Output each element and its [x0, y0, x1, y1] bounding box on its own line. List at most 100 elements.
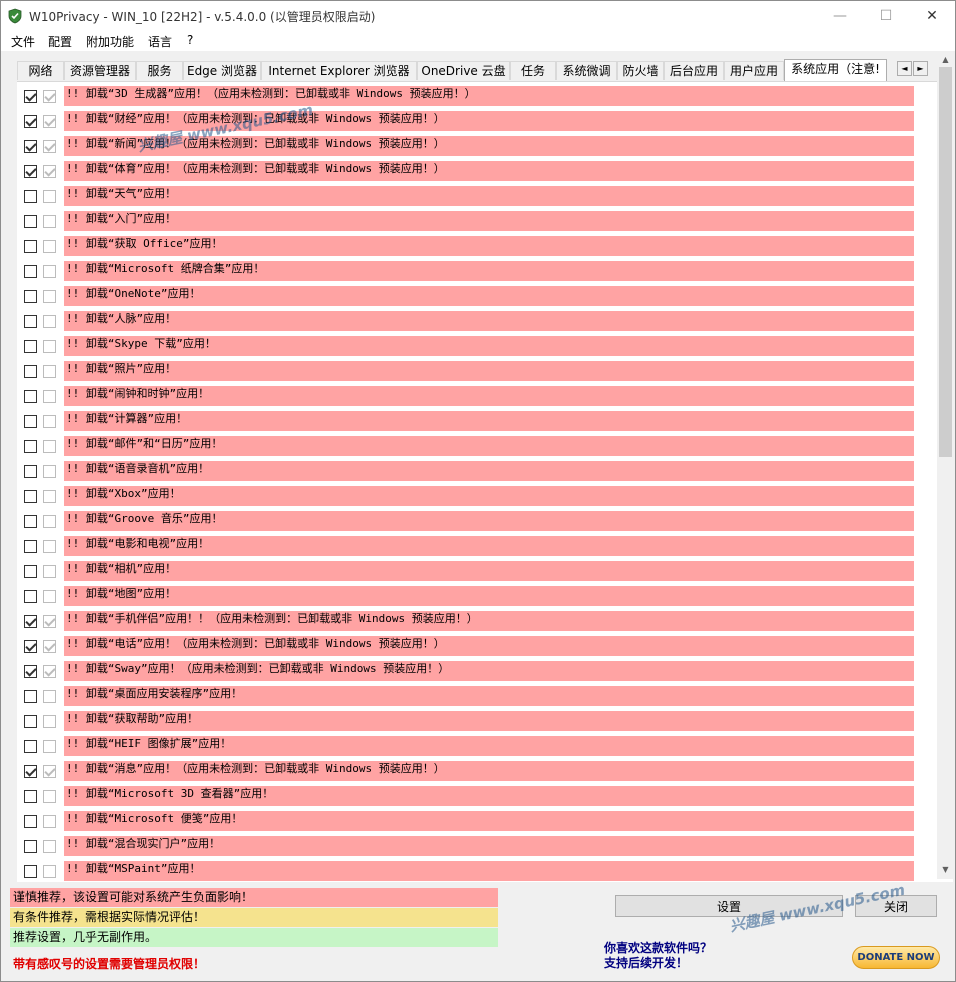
tab-system-apps[interactable]: 系统应用（注意! [784, 59, 887, 81]
setting-recommended-checkbox [43, 240, 56, 253]
setting-checkbox[interactable] [24, 215, 37, 228]
setting-row: !! 卸载“手机伴侣”应用！！（应用未检测到：已卸载或非 Windows 预装应… [17, 609, 937, 633]
setting-checkbox[interactable] [24, 815, 37, 828]
settings-list: !! 卸载“3D 生成器”应用！（应用未检测到：已卸载或非 Windows 预装… [17, 81, 953, 882]
setting-checkbox[interactable] [24, 790, 37, 803]
menu-config[interactable]: 配置 [48, 33, 72, 50]
setting-checkbox[interactable] [24, 415, 37, 428]
setting-recommended-checkbox [43, 415, 56, 428]
tab-background-apps[interactable]: 后台应用 [664, 61, 724, 80]
close-window-button[interactable]: ✕ [909, 1, 955, 31]
setting-checkbox[interactable] [24, 865, 37, 878]
tab-edge[interactable]: Edge 浏览器 [183, 61, 261, 80]
setting-label: !! 卸载“语音录音机”应用！ [64, 461, 914, 481]
scroll-down-icon[interactable]: ▼ [937, 863, 954, 877]
setting-label: !! 卸载“3D 生成器”应用！（应用未检测到：已卸载或非 Windows 预装… [64, 86, 914, 106]
setting-recommended-checkbox [43, 790, 56, 803]
menu-language[interactable]: 语言 [148, 33, 172, 50]
setting-row: !! 卸载“语音录音机”应用！ [17, 459, 937, 483]
setting-checkbox[interactable] [24, 165, 37, 178]
setting-recommended-checkbox [43, 590, 56, 603]
tab-internet-explorer[interactable]: Internet Explorer 浏览器 [261, 61, 417, 80]
setting-checkbox[interactable] [24, 190, 37, 203]
setting-label: !! 卸载“闹钟和时钟”应用！ [64, 386, 914, 406]
setting-checkbox[interactable] [24, 240, 37, 253]
setting-label: !! 卸载“Sway”应用！（应用未检测到：已卸载或非 Windows 预装应用… [64, 661, 914, 681]
minimize-button[interactable]: — [817, 1, 863, 31]
scrollbar-thumb[interactable] [939, 67, 952, 457]
setting-label: !! 卸载“计算器”应用！ [64, 411, 914, 431]
tab-user-apps[interactable]: 用户应用 [724, 61, 784, 80]
setting-recommended-checkbox [43, 340, 56, 353]
setting-recommended-checkbox [43, 615, 56, 628]
setting-checkbox[interactable] [24, 340, 37, 353]
setting-checkbox[interactable] [24, 140, 37, 153]
setting-checkbox[interactable] [24, 665, 37, 678]
setting-checkbox[interactable] [24, 465, 37, 478]
setting-label: !! 卸载“入门”应用！ [64, 211, 914, 231]
setting-recommended-checkbox [43, 565, 56, 578]
setting-row: !! 卸载“Groove 音乐”应用！ [17, 509, 937, 533]
setting-row: !! 卸载“电话”应用！（应用未检测到：已卸载或非 Windows 预装应用！） [17, 634, 937, 658]
setting-checkbox[interactable] [24, 765, 37, 778]
setting-recommended-checkbox [43, 440, 56, 453]
donate-button[interactable]: DONATE NOW [852, 946, 940, 969]
setting-label: !! 卸载“照片”应用！ [64, 361, 914, 381]
tab-firewall[interactable]: 防火墙 [617, 61, 664, 80]
setting-checkbox[interactable] [24, 365, 37, 378]
setting-row: !! 卸载“获取帮助”应用！ [17, 709, 937, 733]
setting-recommended-checkbox [43, 740, 56, 753]
tab-services[interactable]: 服务 [136, 61, 183, 80]
setting-row: !! 卸载“闹钟和时钟”应用！ [17, 384, 937, 408]
setting-label: !! 卸载“混合现实门户”应用！ [64, 836, 914, 856]
tab-network[interactable]: 网络 [17, 61, 64, 80]
tab-tweaks[interactable]: 系统微调 [556, 61, 617, 80]
setting-row: !! 卸载“地图”应用！ [17, 584, 937, 608]
setting-checkbox[interactable] [24, 265, 37, 278]
setting-recommended-checkbox [43, 90, 56, 103]
tab-tasks[interactable]: 任务 [510, 61, 556, 80]
setting-checkbox[interactable] [24, 565, 37, 578]
setting-checkbox[interactable] [24, 540, 37, 553]
setting-checkbox[interactable] [24, 515, 37, 528]
setting-row: !! 卸载“Xbox”应用！ [17, 484, 937, 508]
setting-label: !! 卸载“HEIF 图像扩展”应用！ [64, 736, 914, 756]
setting-label: !! 卸载“电影和电视”应用！ [64, 536, 914, 556]
setting-checkbox[interactable] [24, 715, 37, 728]
setting-row: !! 卸载“Microsoft 便笺”应用！ [17, 809, 937, 833]
setting-recommended-checkbox [43, 690, 56, 703]
setting-checkbox[interactable] [24, 490, 37, 503]
tab-scroll-left-button[interactable]: ◄ [897, 61, 912, 76]
menu-extras[interactable]: 附加功能 [86, 33, 134, 50]
setting-row: !! 卸载“财经”应用！（应用未检测到：已卸载或非 Windows 预装应用！） [17, 109, 937, 133]
tab-scroll-right-button[interactable]: ► [913, 61, 928, 76]
setting-checkbox[interactable] [24, 590, 37, 603]
menu-help[interactable]: ? [187, 33, 193, 47]
setting-checkbox[interactable] [24, 740, 37, 753]
menu-bar: 文件 配置 附加功能 语言 ? [1, 31, 955, 51]
setting-checkbox[interactable] [24, 840, 37, 853]
setting-recommended-checkbox [43, 815, 56, 828]
menu-file[interactable]: 文件 [11, 33, 35, 50]
setting-label: !! 卸载“Skype 下载”应用！ [64, 336, 914, 356]
title-bar: W10Privacy - WIN_10 [22H2] - v.5.4.0.0 (… [1, 1, 955, 31]
setting-checkbox[interactable] [24, 115, 37, 128]
setting-checkbox[interactable] [24, 640, 37, 653]
tab-onedrive[interactable]: OneDrive 云盘 [417, 61, 510, 80]
setting-checkbox[interactable] [24, 615, 37, 628]
setting-label: !! 卸载“消息”应用！（应用未检测到：已卸载或非 Windows 预装应用！） [64, 761, 914, 781]
promo-line-2: 支持后续开发！ [604, 956, 689, 970]
setting-checkbox[interactable] [24, 390, 37, 403]
scroll-up-icon[interactable]: ▲ [937, 53, 954, 67]
setting-checkbox[interactable] [24, 440, 37, 453]
setting-recommended-checkbox [43, 765, 56, 778]
setting-row: !! 卸载“电影和电视”应用！ [17, 534, 937, 558]
maximize-button[interactable]: ☐ [863, 1, 909, 31]
setting-checkbox[interactable] [24, 690, 37, 703]
tab-explorer[interactable]: 资源管理器 [64, 61, 136, 80]
setting-label: !! 卸载“OneNote”应用！ [64, 286, 914, 306]
vertical-scrollbar[interactable]: ▲ ▼ [937, 51, 954, 879]
setting-checkbox[interactable] [24, 315, 37, 328]
setting-checkbox[interactable] [24, 90, 37, 103]
setting-checkbox[interactable] [24, 290, 37, 303]
